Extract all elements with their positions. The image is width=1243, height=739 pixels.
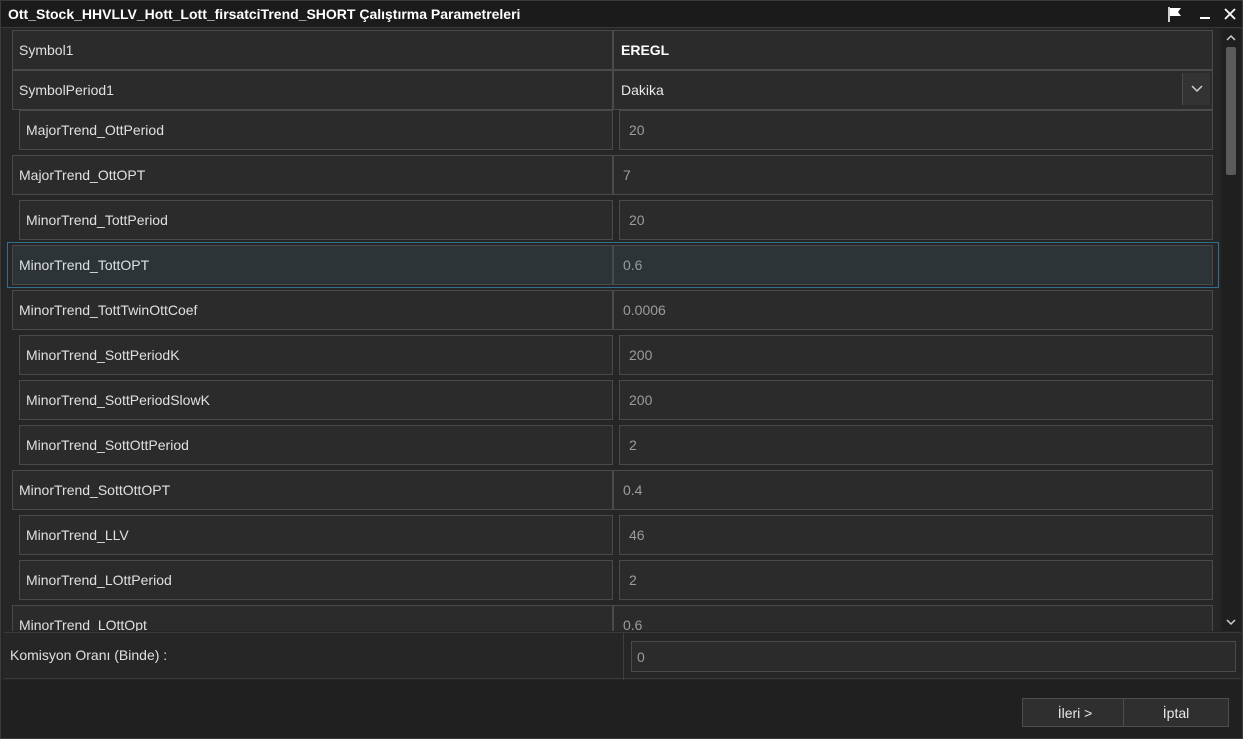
param-value-input[interactable]: 0.6 <box>613 245 1213 285</box>
param-value-input[interactable]: 20 <box>619 200 1213 240</box>
window-title: Ott_Stock_HHVLLV_Hott_Lott_firsatciTrend… <box>8 6 521 22</box>
scroll-down-icon[interactable] <box>1221 613 1241 631</box>
param-row[interactable]: Symbol1 EREGL <box>4 30 1220 70</box>
param-name-cell: MinorTrend_TottOPT <box>12 245 613 285</box>
flag-icon[interactable] <box>1164 3 1186 25</box>
param-value: Dakika <box>621 82 664 98</box>
chevron-down-icon[interactable] <box>1182 73 1210 105</box>
param-name: MajorTrend_OttPeriod <box>26 122 164 138</box>
param-name: MinorTrend_LOttOpt <box>19 617 147 631</box>
footer-bar: İleri > İptal <box>0 680 1243 739</box>
param-row[interactable]: MinorTrend_SottOttPeriod 2 <box>4 425 1220 465</box>
param-row[interactable]: MajorTrend_OttOPT 7 <box>4 155 1220 195</box>
param-value-input[interactable]: 46 <box>619 515 1213 555</box>
param-name-cell: MinorTrend_TottTwinOttCoef <box>12 290 613 330</box>
param-name: MinorTrend_TottPeriod <box>26 212 168 228</box>
next-button[interactable]: İleri > <box>1022 698 1128 727</box>
param-value-input[interactable]: 0.6 <box>613 605 1213 631</box>
param-value-input[interactable]: 20 <box>619 110 1213 150</box>
commission-input[interactable] <box>631 641 1236 672</box>
param-name-cell: Symbol1 <box>12 30 613 70</box>
param-value: EREGL <box>621 42 670 58</box>
param-value-input[interactable]: 200 <box>619 335 1213 375</box>
param-value: 20 <box>629 122 645 138</box>
param-row[interactable]: MinorTrend_SottPeriodSlowK 200 <box>4 380 1220 420</box>
param-name-cell: MinorTrend_SottPeriodK <box>19 335 613 375</box>
param-name-cell: MajorTrend_OttPeriod <box>19 110 613 150</box>
param-name-cell: MajorTrend_OttOPT <box>12 155 613 195</box>
commission-label: Komisyon Oranı (Binde) : <box>10 647 168 663</box>
param-value: 2 <box>629 572 637 588</box>
param-row[interactable]: MajorTrend_OttPeriod 20 <box>4 110 1220 150</box>
param-name-cell: MinorTrend_LOttPeriod <box>19 560 613 600</box>
param-value: 2 <box>629 437 637 453</box>
param-value-input[interactable]: EREGL <box>613 30 1213 70</box>
param-name: MajorTrend_OttOPT <box>19 167 146 183</box>
param-row[interactable]: MinorTrend_SottPeriodK 200 <box>4 335 1220 375</box>
param-value: 200 <box>629 347 653 363</box>
vertical-scrollbar[interactable] <box>1221 29 1241 631</box>
param-name: SymbolPeriod1 <box>19 82 114 98</box>
param-row[interactable]: MinorTrend_LOttPeriod 2 <box>4 560 1220 600</box>
param-name-cell: MinorTrend_SottOttOPT <box>12 470 613 510</box>
param-value: 20 <box>629 212 645 228</box>
param-row[interactable]: MinorTrend_TottOPT 0.6 <box>4 245 1220 285</box>
param-name: MinorTrend_SottPeriodSlowK <box>26 392 210 408</box>
param-name: MinorTrend_SottOttPeriod <box>26 437 189 453</box>
param-value: 46 <box>629 527 645 543</box>
param-value: 7 <box>623 167 631 183</box>
param-value-input[interactable]: 2 <box>619 560 1213 600</box>
cancel-button[interactable]: İptal <box>1123 698 1229 727</box>
param-name-cell: MinorTrend_TottPeriod <box>19 200 613 240</box>
param-row[interactable]: MinorTrend_SottOttOPT 0.4 <box>4 470 1220 510</box>
parameter-list: Symbol1 EREGL SymbolPeriod1 Dakika MajorTren… <box>4 29 1220 631</box>
param-value-input[interactable]: 0.0006 <box>613 290 1213 330</box>
param-name: MinorTrend_SottOttOPT <box>19 482 171 498</box>
param-value-input[interactable]: 0.4 <box>613 470 1213 510</box>
param-row[interactable]: SymbolPeriod1 Dakika <box>4 70 1220 110</box>
param-name: Symbol1 <box>19 42 74 58</box>
param-value: 0.4 <box>623 482 643 498</box>
scroll-up-icon[interactable] <box>1221 29 1241 47</box>
param-value-input[interactable]: 200 <box>619 380 1213 420</box>
param-name-cell: MinorTrend_LLV <box>19 515 613 555</box>
param-value: 0.6 <box>623 257 643 273</box>
param-row[interactable]: MinorTrend_TottPeriod 20 <box>4 200 1220 240</box>
period-select[interactable]: Dakika <box>613 70 1213 110</box>
scrollbar-thumb[interactable] <box>1226 47 1236 175</box>
scrollbar-track[interactable] <box>1221 47 1241 613</box>
param-name: MinorTrend_TottTwinOttCoef <box>19 302 198 318</box>
param-name: MinorTrend_LLV <box>26 527 129 543</box>
param-value: 0.0006 <box>623 302 666 318</box>
param-name-cell: MinorTrend_SottOttPeriod <box>19 425 613 465</box>
param-value: 0.6 <box>623 617 643 631</box>
param-value: 200 <box>629 392 653 408</box>
param-name-cell: MinorTrend_SottPeriodSlowK <box>19 380 613 420</box>
title-bar: Ott_Stock_HHVLLV_Hott_Lott_firsatciTrend… <box>0 0 1243 28</box>
divider <box>623 633 624 680</box>
param-row[interactable]: MinorTrend_LLV 46 <box>4 515 1220 555</box>
param-value-input[interactable]: 2 <box>619 425 1213 465</box>
param-name-cell: SymbolPeriod1 <box>12 70 613 110</box>
param-row[interactable]: MinorTrend_LOttOpt 0.6 <box>4 605 1220 631</box>
param-row[interactable]: MinorTrend_TottTwinOttCoef 0.0006 <box>4 290 1220 330</box>
param-name: MinorTrend_TottOPT <box>19 257 150 273</box>
close-icon[interactable] <box>1219 3 1241 25</box>
param-name-cell: MinorTrend_LOttOpt <box>12 605 613 631</box>
minimize-icon[interactable] <box>1194 3 1216 25</box>
param-name: MinorTrend_LOttPeriod <box>26 572 172 588</box>
param-name: MinorTrend_SottPeriodK <box>26 347 180 363</box>
commission-row: Komisyon Oranı (Binde) : <box>4 632 1241 680</box>
param-value-input[interactable]: 7 <box>613 155 1213 195</box>
